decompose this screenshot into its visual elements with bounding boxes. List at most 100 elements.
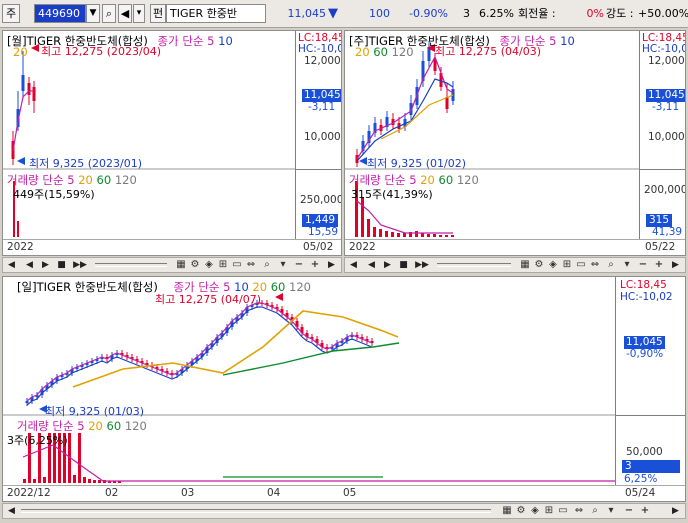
resize-icon[interactable]: ⇔ xyxy=(573,505,585,517)
daily-date-0: 2022/12 xyxy=(7,487,51,499)
weekly-volume-annot: 315주(41,39%) xyxy=(351,188,433,201)
settings-icon[interactable]: ⚙ xyxy=(189,259,201,271)
zoom-out-icon[interactable]: ▾ xyxy=(621,259,633,271)
code-dropdown-icon[interactable]: ▼ xyxy=(86,4,100,23)
layout-icon[interactable]: ⊞ xyxy=(561,259,573,271)
scroll-left-icon[interactable]: ◀ xyxy=(5,505,18,517)
monthly-price-axis: LC:18,45 HC:-10,0 12,000 11,045 -3,11 10… xyxy=(295,31,342,169)
fast-forward-icon[interactable]: ▶▶ xyxy=(413,259,431,271)
daily-vol-bar-11 xyxy=(78,433,81,483)
speaker-icon[interactable]: ◀ xyxy=(118,4,132,23)
market-select[interactable]: 주 xyxy=(2,4,20,23)
weekly-chart-svg xyxy=(345,41,639,237)
indicator-icon[interactable]: ◈ xyxy=(203,259,215,271)
grid-icon[interactable]: ▦ xyxy=(501,505,513,517)
weekly-price-axis: LC:18,45 HC:-10,0 12,000 11,045 -3,11 10… xyxy=(639,31,686,169)
monthly-vol-bar-1 xyxy=(17,221,19,237)
play-back-icon[interactable]: ◀ xyxy=(23,259,36,271)
volume-pct: 6.25% xyxy=(479,7,514,20)
weekly-hc: HC:-10,0 xyxy=(642,43,686,55)
layout-icon[interactable]: ⊞ xyxy=(217,259,229,271)
stop-icon[interactable]: ■ xyxy=(397,259,410,271)
daily-date-bar: 2022/12 02 03 04 05 05/24 xyxy=(3,485,685,499)
daily-vol-ma5-line xyxy=(22,444,615,482)
layout-icon[interactable]: ⊞ xyxy=(543,505,555,517)
monthly-low-arrow xyxy=(17,157,25,165)
weekly-ma5-line xyxy=(356,55,454,160)
weekly-volume-axis: 200,000 315 41,39 xyxy=(639,169,686,239)
resize-icon[interactable]: ⇔ xyxy=(589,259,601,271)
weekly-vol-bar-5 xyxy=(385,231,388,237)
weekly-chart-pane: [주]TIGER 한중반도체(합성) 종가 단순 5 10 20 60 120 … xyxy=(344,30,686,256)
monthly-scroll-track[interactable] xyxy=(95,263,167,267)
settings-icon[interactable]: ⚙ xyxy=(533,259,545,271)
weekly-vol-bar-2 xyxy=(367,219,370,237)
daily-date-1: 02 xyxy=(105,487,119,499)
stop-icon[interactable]: ■ xyxy=(55,259,68,271)
zoom-minus-icon[interactable]: − xyxy=(637,259,649,271)
monthly-scrollbar[interactable]: ◀ ◀ ▶ ■ ▶▶ ▦ ⚙ ◈ ⊞ ▭ ⇔ ⌕ ▾ − + ▶ xyxy=(2,257,342,273)
indicator-icon[interactable]: ◈ xyxy=(547,259,559,271)
weekly-vol-bar-16 xyxy=(451,235,454,237)
monthly-hc: HC:-10,0 xyxy=(298,43,342,55)
daily-vol-bar-2 xyxy=(33,479,36,483)
weekly-scroll-track[interactable] xyxy=(437,263,511,267)
daily-volume-annot: 3주(6,25%) xyxy=(7,434,68,447)
daily-ma5-line xyxy=(26,302,373,402)
daily-scroll-track[interactable] xyxy=(21,509,491,513)
strength-label: 강도 : xyxy=(606,7,634,20)
grid-icon[interactable]: ▦ xyxy=(519,259,531,271)
pen-button[interactable]: 펀 xyxy=(150,4,166,23)
search-icon[interactable]: ⌕ xyxy=(102,4,116,23)
monthly-tick-10000: 10,000 xyxy=(304,131,341,143)
grid-icon[interactable]: ▦ xyxy=(175,259,187,271)
magnifier-icon[interactable]: ⌕ xyxy=(261,259,273,271)
settings-icon[interactable]: ⚙ xyxy=(515,505,527,517)
weekly-vol-bar-10 xyxy=(415,231,418,237)
play-fwd-icon[interactable]: ▶ xyxy=(381,259,394,271)
daily-vol-bar-12 xyxy=(83,477,86,483)
magnifier-icon[interactable]: ⌕ xyxy=(589,505,601,517)
indicator-icon[interactable]: ◈ xyxy=(529,505,541,517)
zoom-plus-icon[interactable]: + xyxy=(653,259,665,271)
window-icon[interactable]: ▭ xyxy=(575,259,587,271)
toolbar: 주 449690 ▼ ⌕ ◀ ▾ 펀 TIGER 한중반 11,045 ▼ 10… xyxy=(0,0,688,28)
window-icon[interactable]: ▭ xyxy=(557,505,569,517)
monthly-high-annot: 최고 12,275 (2023/04) xyxy=(41,45,162,58)
weekly-vol-bar-6 xyxy=(391,232,394,237)
scroll-left-icon[interactable]: ◀ xyxy=(347,259,360,271)
strength-value: +50.00% xyxy=(638,7,688,20)
scroll-right-icon[interactable]: ▶ xyxy=(325,259,338,271)
daily-price-axis: LC:18,45 HC:-10,02 11,045 -0,90% xyxy=(615,277,685,415)
zoom-plus-icon[interactable]: + xyxy=(309,259,321,271)
zoom-out-icon[interactable]: ▾ xyxy=(277,259,289,271)
daily-date-2: 03 xyxy=(181,487,195,499)
scroll-right-icon[interactable]: ▶ xyxy=(669,505,682,517)
resize-icon[interactable]: ⇔ xyxy=(245,259,257,271)
zoom-out-icon[interactable]: ▾ xyxy=(605,505,617,517)
play-fwd-icon[interactable]: ▶ xyxy=(39,259,52,271)
monthly-date-bar: 2022 05/02 xyxy=(3,239,341,253)
daily-scrollbar[interactable]: ◀ ▦ ⚙ ◈ ⊞ ▭ ⇔ ⌕ ▾ − + ▶ xyxy=(2,503,686,519)
daily-vol-bar-0 xyxy=(23,479,26,483)
scroll-right-icon[interactable]: ▶ xyxy=(669,259,682,271)
zoom-minus-icon[interactable]: − xyxy=(623,505,635,517)
weekly-vol-bar-7 xyxy=(397,233,400,237)
price-change: 100 xyxy=(369,7,390,20)
weekly-date-start: 2022 xyxy=(349,241,376,253)
speaker-dropdown-icon[interactable]: ▾ xyxy=(133,4,145,23)
play-back-icon[interactable]: ◀ xyxy=(365,259,378,271)
daily-candle-0-body xyxy=(25,401,29,403)
fast-forward-icon[interactable]: ▶▶ xyxy=(71,259,89,271)
weekly-vol-tick: 200,000 xyxy=(644,184,686,196)
daily-chart-svg xyxy=(3,293,615,483)
monthly-candle-4-body xyxy=(32,87,36,101)
scroll-left-icon[interactable]: ◀ xyxy=(5,259,18,271)
window-icon[interactable]: ▭ xyxy=(231,259,243,271)
zoom-plus-icon[interactable]: + xyxy=(639,505,651,517)
weekly-scrollbar[interactable]: ◀ ◀ ▶ ■ ▶▶ ▦ ⚙ ◈ ⊞ ▭ ⇔ ⌕ ▾ − + ▶ xyxy=(344,257,686,273)
daily-high-annot: 최고 12,275 (04/07) xyxy=(155,293,262,306)
magnifier-icon[interactable]: ⌕ xyxy=(605,259,617,271)
code-input[interactable]: 449690 xyxy=(34,4,86,23)
zoom-minus-icon[interactable]: − xyxy=(293,259,305,271)
